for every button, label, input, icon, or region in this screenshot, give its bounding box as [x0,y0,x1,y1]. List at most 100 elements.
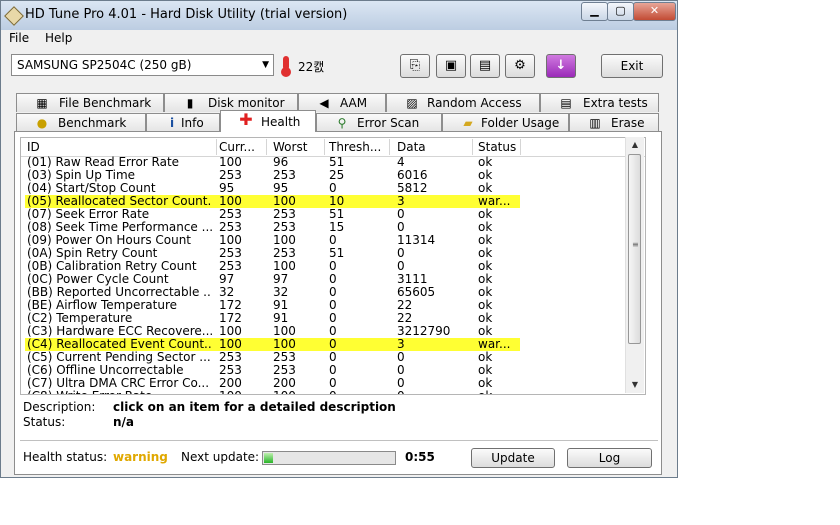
cell-data: 3111 [397,273,428,286]
device-select[interactable]: SAMSUNG SP2504C (250 gB) ▼ [11,54,274,76]
column-header-status[interactable]: Status [476,139,521,155]
cell-status: ok [478,312,493,325]
info-icon: i [169,116,175,130]
table-scrollbar[interactable]: ▲ ≡ ▼ [625,137,644,393]
tab-error-scan[interactable]: ⚲ Error Scan [316,113,442,132]
cell-worst: 100 [273,325,296,338]
cell-curr: 95 [219,182,235,195]
close-button[interactable]: ✕ [633,2,676,21]
cell-thresh: 0 [329,286,337,299]
tab-label: Info [181,116,204,130]
tab-label: Health [261,115,301,129]
next-update-label: Next update: [181,450,260,464]
tab-info[interactable]: i Info [146,113,220,132]
magnifier-icon: ⚲ [337,116,347,130]
menu-file[interactable]: File [9,31,29,45]
table-row[interactable]: (C5) Current Pending Sector ... 253 253 0 0 o… [21,351,645,364]
tab-folder-usage[interactable]: ▰ Folder Usage [442,113,569,132]
extra-tests-icon: ▤ [560,96,572,110]
copy-text-button[interactable]: ⎘ [400,54,430,78]
download-button[interactable]: ↓ [546,54,576,78]
cell-worst: 100 [273,260,296,273]
file-benchmark-icon: ▦ [36,96,48,110]
cell-worst: 253 [273,169,296,182]
cell-worst: 253 [273,351,296,364]
cell-data: 22 [397,299,413,312]
column-header-current[interactable]: Curr... [217,139,267,155]
column-header-threshold[interactable]: Thresh... [327,139,390,155]
column-header-data[interactable]: Data [395,139,473,155]
save-button[interactable]: ▤ [470,54,500,78]
table-row[interactable]: (07) Seek Error Rate 253 253 51 0 ok [21,208,645,221]
folder-icon: ▰ [463,116,473,130]
tab-label: File Benchmark [59,96,152,110]
tab-extra-tests[interactable]: ▤ Extra tests [540,93,659,112]
cell-worst: 97 [273,273,289,286]
table-row[interactable]: (0B) Calibration Retry Count 253 100 0 0 ok [21,260,645,273]
cell-thresh: 0 [329,260,337,273]
table-row[interactable]: (BE) Airflow Temperature 172 91 0 22 ok [21,299,645,312]
cell-curr: 253 [219,169,242,182]
cell-thresh: 25 [329,169,345,182]
tab-label: Extra tests [583,96,648,110]
cell-status: ok [478,377,493,390]
minimize-button[interactable]: ▁ [581,2,608,21]
cell-worst: 91 [273,299,289,312]
options-button[interactable]: ⚙ [505,54,535,78]
table-row[interactable]: (C3) Hardware ECC Recovere... 100 100 0 3212… [21,325,645,338]
table-row[interactable]: (04) Start/Stop Count 95 95 0 5812 ok [21,182,645,195]
tab-label: Error Scan [357,116,420,130]
tab-benchmark[interactable]: ● Benchmark [16,113,146,132]
tab-health[interactable]: ✚ Health [220,110,316,132]
column-header-id[interactable]: ID [25,139,217,155]
health-status-value: warning [113,450,168,464]
app-icon [4,6,24,26]
table-row[interactable]: (BB) Reported Uncorrectable ... 32 32 0 6560… [21,286,645,299]
cell-status: ok [478,156,493,169]
tab-erase[interactable]: ▥ Erase [569,113,659,132]
red-cross-icon: ✚ [239,110,253,129]
table-row[interactable]: (0C) Power Cycle Count 97 97 0 3111 ok [21,273,645,286]
cell-worst: 32 [273,286,289,299]
maximize-button[interactable]: ▢ [607,2,634,21]
scrollbar-thumb[interactable]: ≡ [628,154,641,344]
cell-curr: 172 [219,312,242,325]
table-row[interactable]: (C6) Offline Uncorrectable 253 253 0 0 ok [21,364,645,377]
update-button[interactable]: Update [471,448,555,468]
table-row[interactable]: (05) Reallocated Sector Count... 100 100 10… [21,195,645,208]
chevron-down-icon: ▼ [262,60,269,70]
cell-id: (03) Spin Up Time [27,169,136,182]
table-row[interactable]: (C8) Write Error Rate 100 100 0 0 ok [21,390,645,394]
table-row[interactable]: (01) Raw Read Error Rate 100 96 51 4 ok [21,156,645,169]
column-header-worst[interactable]: Worst [271,139,325,155]
copy-screenshot-button[interactable]: ▣ [436,54,466,78]
divider [20,440,658,441]
cell-thresh: 51 [329,247,345,260]
grip-icon: ≡ [632,240,639,249]
health-status-label: Health status: [23,450,108,464]
window-title: HD Tune Pro 4.01 - Hard Disk Utility (tr… [25,7,348,22]
scroll-down-icon[interactable]: ▼ [626,377,644,393]
table-row[interactable]: (09) Power On Hours Count 100 100 0 11314 ok [21,234,645,247]
cell-id: (BE) Airflow Temperature [27,299,178,312]
table-row[interactable]: (C4) Reallocated Event Count... 100 100 0 3 w… [21,338,645,351]
scroll-up-icon[interactable]: ▲ [626,137,644,153]
cell-id: (09) Power On Hours Count [27,234,192,247]
table-row[interactable]: (08) Seek Time Performance ... 253 253 15 0 o… [21,221,645,234]
cell-data: 0 [397,221,405,234]
tab-file-benchmark[interactable]: ▦ File Benchmark [16,93,164,112]
exit-button[interactable]: Exit [601,54,663,78]
table-row[interactable]: (03) Spin Up Time 253 253 25 6016 ok [21,169,645,182]
table-row[interactable]: (C2) Temperature 172 91 0 22 ok [21,312,645,325]
log-button[interactable]: Log [567,448,652,468]
lightbulb-icon: ● [36,116,48,130]
menu-help[interactable]: Help [45,31,72,45]
cell-id: (07) Seek Error Rate [27,208,150,221]
cell-curr: 253 [219,351,242,364]
table-row[interactable]: (C7) Ultra DMA CRC Error Co... 200 200 0 0 ok [21,377,645,390]
cell-thresh: 0 [329,182,337,195]
table-row[interactable]: (0A) Spin Retry Count 253 253 51 0 ok [21,247,645,260]
tab-random-access[interactable]: ▨ Random Access [386,93,540,112]
cell-thresh: 15 [329,221,345,234]
smart-table[interactable]: ID Curr... Worst Thresh... Data Status (… [20,137,646,395]
